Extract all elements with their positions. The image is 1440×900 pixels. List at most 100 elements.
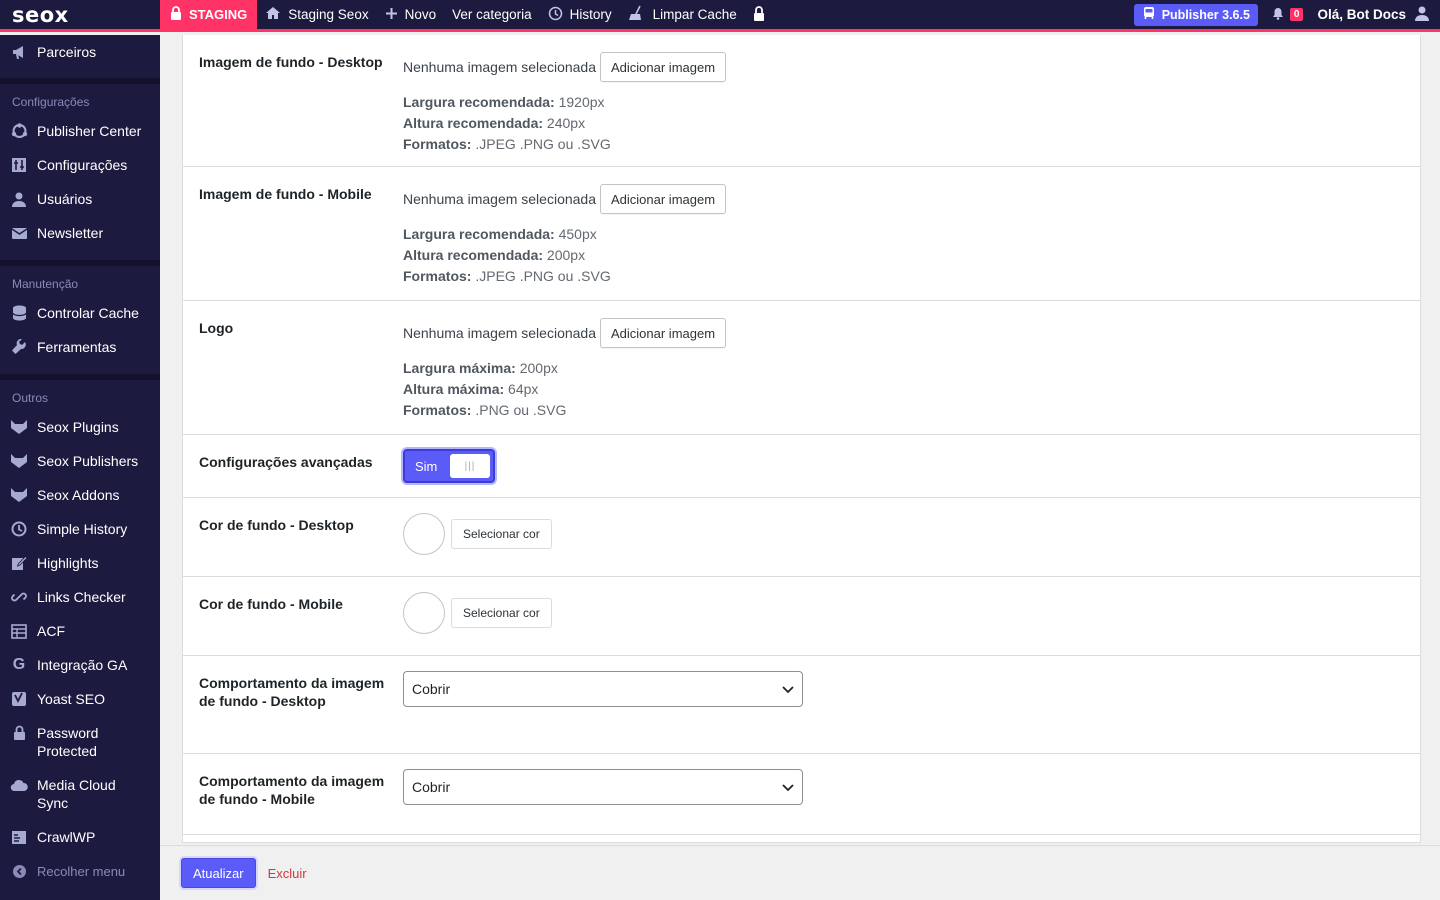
- select-color-button[interactable]: Selecionar cor: [451, 519, 552, 549]
- site-name-link[interactable]: Staging Seox: [257, 0, 376, 31]
- no-image-text: Nenhuma imagem selecionada: [403, 59, 596, 75]
- hint-line: Altura máxima: 64px: [403, 381, 539, 397]
- sidebar-item-integracao-ga[interactable]: G Integração GA: [0, 648, 160, 682]
- toggle-knob: |||: [450, 454, 490, 478]
- sidebar-item-label: CrawlWP: [37, 829, 96, 845]
- user-icon: [1414, 5, 1430, 24]
- form-actions-bar: Atualizar Excluir: [160, 845, 1440, 900]
- sidebar-item-media-cloud-sync[interactable]: Media Cloud Sync: [0, 768, 160, 820]
- add-image-button[interactable]: Adicionar imagem: [600, 52, 727, 82]
- field-row-bg-color-mobile: Cor de fundo - Mobile Selecionar cor: [183, 577, 1420, 656]
- sidebar-item-seox-plugins[interactable]: Seox Plugins: [0, 410, 160, 444]
- lock-open-icon: [753, 5, 765, 24]
- field-label: Cor de fundo - Desktop: [199, 517, 354, 533]
- view-category-link[interactable]: Ver categoria: [444, 0, 540, 31]
- sidebar-item-configuracoes[interactable]: Configurações: [0, 148, 160, 182]
- sidebar-item-label: Media Cloud Sync: [37, 777, 116, 811]
- toggle-label: Sim: [415, 458, 438, 474]
- clear-cache-link[interactable]: Limpar Cache: [620, 0, 745, 31]
- database-icon: [10, 304, 28, 322]
- broom-icon: [628, 5, 646, 24]
- color-swatch[interactable]: [403, 513, 445, 555]
- collapse-menu-button[interactable]: Recolher menu: [0, 854, 160, 888]
- new-link[interactable]: Novo: [377, 0, 445, 31]
- sidebar-item-label: Seox Publishers: [37, 453, 139, 469]
- sidebar-item-label: Usuários: [37, 191, 93, 207]
- select-color-button[interactable]: Selecionar cor: [451, 598, 552, 628]
- sidebar-item-label: Password Protected: [37, 725, 99, 759]
- sidebar-item-ferramentas[interactable]: Ferramentas: [0, 330, 160, 364]
- field-label: Comportamento da imagem de fundo - Mobil…: [199, 773, 385, 807]
- sidebar-item-label: Seox Plugins: [37, 419, 119, 435]
- hint-line: Largura máxima: 200px: [403, 360, 558, 376]
- hint-line: Altura recomendada: 200px: [403, 247, 586, 263]
- lock-icon: [170, 6, 182, 23]
- sidebar-item-label: Simple History: [37, 521, 128, 537]
- hint-line: Largura recomendada: 1920px: [403, 94, 605, 110]
- sidebar-item-password-protected[interactable]: Password Protected: [0, 716, 160, 768]
- lock-link[interactable]: [745, 0, 773, 31]
- field-label: Comportamento da imagem de fundo - Deskt…: [199, 675, 385, 709]
- sidebar-item-crawlwp[interactable]: CrawlWP: [0, 820, 160, 854]
- history-link[interactable]: History: [540, 0, 620, 31]
- greeting-label: Olá, Bot Docs: [1317, 7, 1406, 22]
- sidebar-item-highlights[interactable]: Highlights: [0, 546, 160, 580]
- home-icon: [265, 6, 281, 23]
- sidebar-item-seox-addons[interactable]: Seox Addons: [0, 478, 160, 512]
- image-picker: Nenhuma imagem selecionada Adicionar ima…: [403, 318, 727, 348]
- user-account-menu[interactable]: Olá, Bot Docs: [1317, 5, 1440, 24]
- field-control: Cobrir: [403, 754, 803, 834]
- behavior-desktop-select[interactable]: Cobrir: [403, 671, 803, 707]
- plus-icon: [385, 7, 398, 23]
- fox-icon: [10, 486, 28, 504]
- field-row-behavior-desktop: Comportamento da imagem de fundo - Deskt…: [183, 656, 1420, 754]
- site-name-label: Staging Seox: [288, 7, 369, 22]
- sidebar-section-title: Manutenção: [12, 277, 79, 291]
- hint-line: Formatos: .PNG ou .SVG: [403, 402, 567, 418]
- field-control: Nenhuma imagem selecionada Adicionar ima…: [403, 167, 727, 300]
- sidebar-item-newsletter[interactable]: Newsletter: [0, 216, 160, 250]
- sidebar-item-seox-publishers[interactable]: Seox Publishers: [0, 444, 160, 478]
- no-image-text: Nenhuma imagem selecionada: [403, 325, 596, 341]
- admin-sidebar: Parceiros Configurações Publisher Center…: [0, 35, 160, 900]
- sidebar-item-publisher-center[interactable]: Publisher Center: [0, 114, 160, 148]
- history-icon: [548, 6, 563, 24]
- delete-link[interactable]: Excluir: [268, 866, 307, 881]
- add-image-button[interactable]: Adicionar imagem: [600, 184, 727, 214]
- sidebar-item-yoast-seo[interactable]: Yoast SEO: [0, 682, 160, 716]
- fox-icon: [10, 452, 28, 470]
- add-image-button[interactable]: Adicionar imagem: [600, 318, 727, 348]
- hint-line: Altura recomendada: 240px: [403, 115, 586, 131]
- sidebar-item-acf[interactable]: ACF: [0, 614, 160, 648]
- sidebar-item-label: Links Checker: [37, 589, 126, 605]
- google-icon: G: [12, 656, 26, 673]
- lock-icon: [10, 724, 28, 742]
- table-icon: [10, 622, 28, 640]
- bell-icon: [1272, 7, 1284, 23]
- behavior-mobile-select[interactable]: Cobrir: [403, 769, 803, 805]
- staging-badge[interactable]: STAGING: [160, 0, 258, 31]
- sidebar-item-simple-history[interactable]: Simple History: [0, 512, 160, 546]
- sidebar-item-label: ACF: [37, 623, 65, 639]
- field-label: Configurações avançadas: [199, 454, 373, 470]
- field-row-bg-image-desktop: Imagem de fundo - Desktop Nenhuma imagem…: [183, 35, 1420, 167]
- notifications[interactable]: 0: [1272, 7, 1304, 23]
- select-value: Cobrir: [412, 779, 451, 795]
- field-hints: Largura recomendada: 1920px Altura recom…: [403, 92, 726, 155]
- publisher-version-badge[interactable]: Publisher 3.6.5: [1133, 3, 1258, 26]
- advanced-settings-toggle[interactable]: Sim |||: [403, 449, 495, 483]
- site-logo[interactable]: seox: [0, 0, 160, 31]
- update-button[interactable]: Atualizar: [181, 858, 256, 888]
- sidebar-item-parceiros[interactable]: Parceiros: [0, 35, 160, 69]
- field-label: Cor de fundo - Mobile: [199, 596, 343, 612]
- admin-topbar: seox STAGING Staging Seox Novo Ver categ…: [0, 0, 1440, 32]
- fox-icon: [10, 418, 28, 436]
- settings-grid-icon: [10, 156, 28, 174]
- sidebar-item-links-checker[interactable]: Links Checker: [0, 580, 160, 614]
- sidebar-item-usuarios[interactable]: Usuários: [0, 182, 160, 216]
- color-picker: Selecionar cor: [403, 592, 552, 634]
- settings-form-panel: Imagem de fundo - Desktop Nenhuma imagem…: [182, 35, 1421, 843]
- color-swatch[interactable]: [403, 592, 445, 634]
- no-image-text: Nenhuma imagem selecionada: [403, 191, 596, 207]
- sidebar-item-controlar-cache[interactable]: Controlar Cache: [0, 296, 160, 330]
